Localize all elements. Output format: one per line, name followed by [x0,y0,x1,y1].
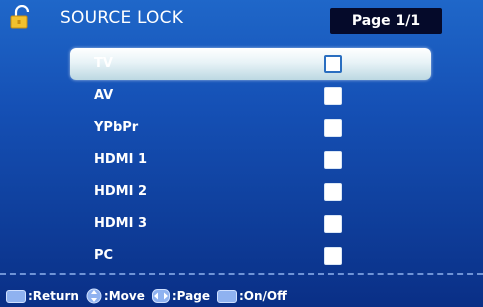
source-label: HDMI 1 [94,152,148,167]
source-list: TV AV YPbPr HDMI 1 HDMI 2 HDMI 3 PC [70,48,431,272]
source-item-hdmi2[interactable]: HDMI 2 [70,176,431,208]
source-item-hdmi1[interactable]: HDMI 1 [70,144,431,176]
page-hint-label: :Page [171,289,210,303]
lock-checkbox[interactable] [324,119,342,137]
move-hint: :Move [86,288,145,304]
move-hint-label: :Move [103,289,145,303]
source-item-ypbpr[interactable]: YPbPr [70,112,431,144]
enter-key-icon [216,289,237,303]
lock-checkbox[interactable] [324,215,342,233]
source-label: TV [94,56,113,71]
menu-key-icon [6,289,26,303]
return-hint-label: :Return [28,289,79,303]
lock-checkbox[interactable] [324,183,342,201]
source-lock-screen: SOURCE LOCK Page 1/1 TV AV YPbPr HDMI 1 … [0,0,483,307]
lock-checkbox[interactable] [324,87,342,105]
lock-checkbox[interactable] [324,55,342,73]
left-right-arrows-icon [151,289,170,303]
source-label: PC [94,248,114,263]
page-indicator: Page 1/1 [330,8,442,34]
source-label: YPbPr [94,120,139,135]
key-hints-bar: :Return :Move :Page :On/Off [6,287,294,305]
source-item-hdmi3[interactable]: HDMI 3 [70,208,431,240]
source-label: HDMI 3 [94,216,148,231]
source-item-tv[interactable]: TV [70,48,431,80]
toggle-hint: :On/Off [216,289,287,303]
page-indicator-label: Page 1/1 [351,13,421,29]
source-label: AV [94,88,114,103]
lock-checkbox[interactable] [324,247,342,265]
page-hint: :Page [151,289,210,303]
footer-divider [0,273,483,275]
source-label: HDMI 2 [94,184,148,199]
padlock-icon [10,5,30,29]
toggle-hint-label: :On/Off [238,289,287,303]
source-item-pc[interactable]: PC [70,240,431,272]
up-down-arrows-icon [86,288,102,304]
return-hint: :Return [6,289,79,303]
source-item-av[interactable]: AV [70,80,431,112]
page-title: SOURCE LOCK [60,8,184,28]
lock-checkbox[interactable] [324,151,342,169]
